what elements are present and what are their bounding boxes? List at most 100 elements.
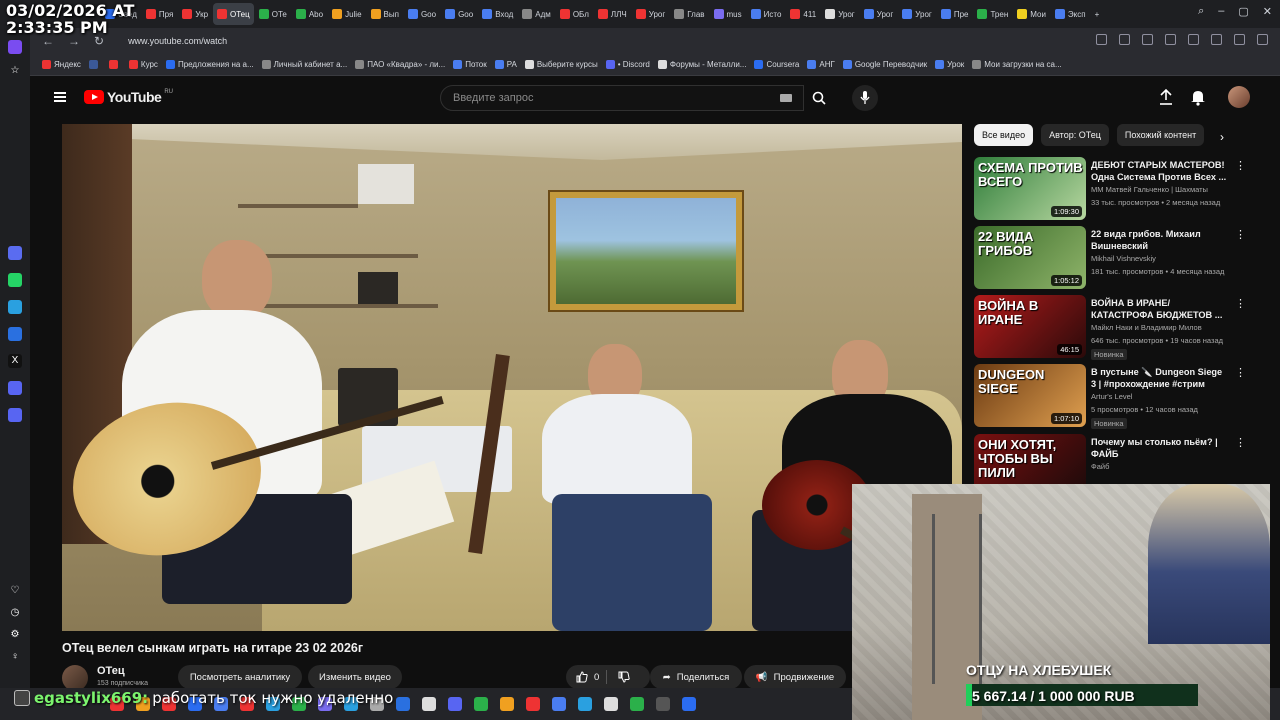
new-tab-button[interactable]: +: [1091, 3, 1117, 25]
bookmark-item[interactable]: АНГ: [807, 60, 835, 69]
taskbar-app-icon[interactable]: [448, 697, 462, 711]
bookmark-item[interactable]: Google Переводчик: [842, 60, 927, 69]
browser-tab[interactable]: Goo: [441, 3, 477, 25]
vk-icon[interactable]: [8, 327, 22, 341]
profile-icon[interactable]: [1257, 34, 1268, 45]
chevron-right-icon[interactable]: ›: [1220, 130, 1224, 144]
taskbar-app-icon[interactable]: [422, 697, 436, 711]
screenshot-icon[interactable]: [1119, 34, 1130, 45]
video-thumbnail[interactable]: СХЕМА ПРОТИВ ВСЕГО 1:09:30: [974, 157, 1086, 220]
bookmark-item[interactable]: Предложения на а...: [165, 60, 254, 69]
taskbar-app-icon[interactable]: [630, 697, 644, 711]
recommended-channel[interactable]: ММ Матвей Гальченко | Шахматы: [1091, 185, 1208, 194]
bookmark-item[interactable]: PA: [494, 60, 517, 69]
bookmark-item[interactable]: Форумы - Металли...: [657, 60, 746, 69]
notifications-icon[interactable]: [1190, 88, 1206, 106]
recommended-channel[interactable]: Файб: [1091, 462, 1109, 471]
video-thumbnail[interactable]: ВОЙНА В ИРАНЕ 46:15: [974, 295, 1086, 358]
video-thumbnail[interactable]: DUNGEON SIEGE 1:07:10: [974, 364, 1086, 427]
like-button[interactable]: 0: [566, 665, 650, 689]
bookmark-item[interactable]: Яндекс: [42, 60, 81, 69]
taskbar-app-icon[interactable]: [526, 697, 540, 711]
bookmark-item[interactable]: Курс: [128, 60, 158, 69]
bookmark-item[interactable]: [88, 60, 101, 69]
browser-tab[interactable]: Адм: [518, 3, 555, 25]
bookmark-item[interactable]: Выберите курсы: [524, 60, 598, 69]
browser-tab[interactable]: mus: [710, 3, 746, 25]
taskbar-app-icon[interactable]: [656, 697, 670, 711]
bookmark-item[interactable]: Поток: [453, 60, 487, 69]
recommended-channel[interactable]: Mikhail Vishnevskiy: [1091, 254, 1156, 263]
edit-icon[interactable]: [1096, 34, 1107, 45]
browser-tab[interactable]: Вып: [367, 3, 403, 25]
maximize-icon[interactable]: ▢: [1238, 5, 1248, 18]
telegram-icon[interactable]: [8, 300, 22, 314]
browser-tab[interactable]: ОБл: [556, 3, 593, 25]
star-icon[interactable]: ☆: [8, 64, 22, 78]
youtube-logo[interactable]: YouTube RU: [84, 89, 173, 105]
browser-tab[interactable]: Урог: [821, 3, 859, 25]
taskbar-app-icon[interactable]: [682, 697, 696, 711]
search-button[interactable]: [804, 85, 834, 111]
download-icon[interactable]: [1211, 34, 1222, 45]
settings-icon[interactable]: ⚙: [8, 628, 22, 642]
promote-button[interactable]: 📢 Продвижение: [744, 665, 846, 689]
play-icon[interactable]: [1165, 34, 1176, 45]
menu-icon[interactable]: [54, 92, 66, 102]
browser-tab[interactable]: Пря: [142, 3, 177, 25]
recommended-video-title[interactable]: ВОЙНА В ИРАНЕ/ КАТАСТРОФА БЮДЖЕТОВ ...: [1091, 297, 1227, 321]
app-icon[interactable]: [8, 408, 22, 422]
bookmark-item[interactable]: Урок: [935, 60, 964, 69]
home-icon[interactable]: [8, 40, 22, 54]
share-button[interactable]: ➦ Поделиться: [650, 665, 742, 689]
bookmark-item[interactable]: ПАО «Квадра» - ли...: [355, 60, 445, 69]
recommended-video-title[interactable]: Почему мы столько пьём? | ФАЙБ: [1091, 436, 1227, 460]
bookmark-item[interactable]: Личный кабинет а...: [261, 60, 347, 69]
browser-tab[interactable]: Исто: [747, 3, 786, 25]
browser-tab[interactable]: Урог: [898, 3, 936, 25]
taskbar-app-icon[interactable]: [604, 697, 618, 711]
more-options-icon[interactable]: ⋮: [1235, 366, 1246, 379]
url-field[interactable]: www.youtube.com/watch: [128, 36, 227, 46]
taskbar-app-icon[interactable]: [396, 697, 410, 711]
channel-name[interactable]: ОТец: [97, 665, 125, 677]
voice-search-button[interactable]: [852, 85, 878, 111]
account-avatar[interactable]: [1228, 86, 1250, 108]
browser-tab[interactable]: ЛЛЧ: [594, 3, 631, 25]
taskbar-app-icon[interactable]: [552, 697, 566, 711]
minimize-icon[interactable]: –: [1218, 5, 1224, 18]
browser-tab[interactable]: ОТец: [213, 3, 254, 25]
more-options-icon[interactable]: ⋮: [1235, 436, 1246, 449]
edit-video-button[interactable]: Изменить видео: [308, 665, 402, 689]
heart-icon[interactable]: [1188, 34, 1199, 45]
browser-tab[interactable]: Эксп: [1051, 3, 1090, 25]
browser-tab[interactable]: Глав: [670, 3, 708, 25]
recommended-video-title[interactable]: 22 вида грибов. Михаил Вишневский: [1091, 228, 1227, 252]
video-thumbnail[interactable]: 22 ВИДА ГРИБОВ 1:05:12: [974, 226, 1086, 289]
recommended-video[interactable]: DUNGEON SIEGE 1:07:10 В пустыне 🔪 Dungeon …: [974, 364, 1246, 430]
recommended-video-title[interactable]: ДЕБЮТ СТАРЫХ МАСТЕРОВ! Одна Система Прот…: [1091, 159, 1227, 183]
browser-tab[interactable]: Goo: [404, 3, 440, 25]
x-icon[interactable]: X: [8, 354, 22, 368]
shield-icon[interactable]: [1142, 34, 1153, 45]
recommended-channel[interactable]: Artur's Level: [1091, 392, 1132, 401]
recommended-video-title[interactable]: В пустыне 🔪 Dungeon Siege 3 | #прохожден…: [1091, 366, 1227, 390]
app-icon[interactable]: [8, 246, 22, 260]
recommended-video[interactable]: 22 ВИДА ГРИБОВ 1:05:12 22 вида грибов. Мих…: [974, 226, 1246, 292]
view-analytics-button[interactable]: Посмотреть аналитику: [178, 665, 302, 689]
browser-tab[interactable]: Урог: [632, 3, 670, 25]
upload-icon[interactable]: [1158, 88, 1174, 106]
browser-tab[interactable]: Укр: [178, 3, 212, 25]
browser-tab[interactable]: Вход: [478, 3, 517, 25]
whatsapp-icon[interactable]: [8, 273, 22, 287]
taskbar-app-icon[interactable]: [474, 697, 488, 711]
more-options-icon[interactable]: ⋮: [1235, 297, 1246, 310]
browser-tab[interactable]: ОТе: [255, 3, 291, 25]
video-player[interactable]: [62, 124, 962, 631]
recommended-video[interactable]: ВОЙНА В ИРАНЕ 46:15 ВОЙНА В ИРАНЕ/ КАТАСТР…: [974, 295, 1246, 361]
discord-icon[interactable]: [8, 381, 22, 395]
more-options-icon[interactable]: ⋮: [1235, 228, 1246, 241]
more-options-icon[interactable]: ⋮: [1235, 159, 1246, 172]
browser-tab[interactable]: Урог: [860, 3, 898, 25]
taskbar-app-icon[interactable]: [500, 697, 514, 711]
